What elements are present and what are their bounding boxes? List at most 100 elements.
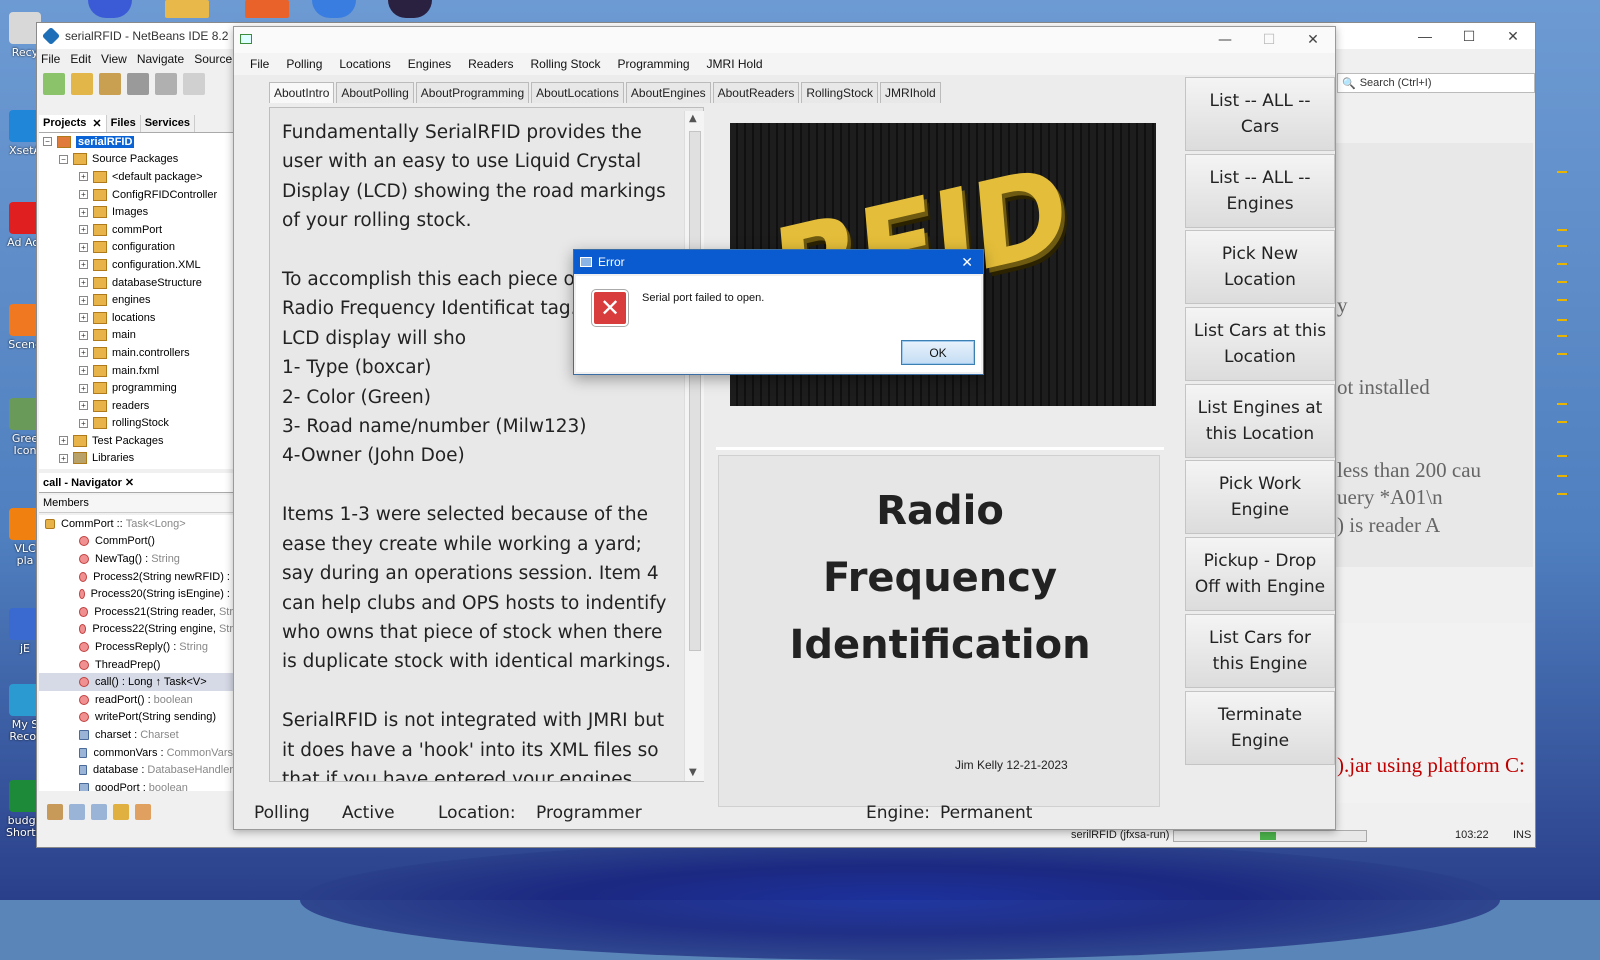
navigator-member[interactable]: ThreadPrep() <box>39 656 233 674</box>
menu-programming[interactable]: Programming <box>618 57 690 71</box>
tab-about-intro[interactable]: AboutIntro <box>269 82 335 103</box>
menu-file[interactable]: File <box>250 57 269 71</box>
tab-about-polling[interactable]: AboutPolling <box>336 82 414 103</box>
folder-icon[interactable] <box>165 0 209 18</box>
navigator-member[interactable]: writePort(String sending) <box>39 709 233 727</box>
filter-inherited-icon[interactable] <box>135 804 151 820</box>
nb-menu-navigate[interactable]: Navigate <box>137 52 184 66</box>
menu-engines[interactable]: Engines <box>408 57 451 71</box>
dialog-close-icon[interactable]: ✕ <box>961 254 973 271</box>
scroll-down-icon[interactable]: ▼ <box>689 767 697 778</box>
scroll-up-icon[interactable]: ▲ <box>689 113 697 124</box>
tree-row-package[interactable]: + configuration <box>39 239 233 257</box>
close-icon[interactable]: ✕ <box>92 117 101 130</box>
navigator-member[interactable]: charset : Charset <box>39 726 233 744</box>
nb-menu-view[interactable]: View <box>101 52 127 66</box>
navigator-member[interactable]: Process22(String engine, Str <box>39 621 233 639</box>
tree-row-package[interactable]: + <default package> <box>39 168 233 186</box>
nb-menu-file[interactable]: File <box>41 52 60 66</box>
tab-about-engines[interactable]: AboutEngines <box>625 82 711 103</box>
pickup-drop-button[interactable]: Pickup - Drop Off with Engine <box>1185 537 1335 612</box>
tree-row-libraries[interactable]: + Libraries <box>39 450 233 468</box>
menu-locations[interactable]: Locations <box>339 57 390 71</box>
filter-fields-icon[interactable] <box>69 804 85 820</box>
scrollbar-thumb[interactable] <box>689 131 701 651</box>
tree-row-package[interactable]: + programming <box>39 379 233 397</box>
maximize-icon[interactable]: ☐ <box>1447 23 1491 49</box>
tree-row-package[interactable]: + databaseStructure <box>39 274 233 292</box>
maximize-icon[interactable]: ☐ <box>1247 27 1291 53</box>
save-all-icon[interactable] <box>127 73 149 95</box>
navigator-title[interactable]: call - Navigator ✕ <box>39 473 233 493</box>
close-icon[interactable]: ✕ <box>125 477 134 489</box>
minimize-icon[interactable]: — <box>1403 23 1447 49</box>
list-all-engines-button[interactable]: List -- ALL -- Engines <box>1185 153 1335 228</box>
terminate-engine-button[interactable]: Terminate Engine <box>1185 690 1335 765</box>
taskbar-app-icon[interactable] <box>88 0 132 18</box>
tree-row-package[interactable]: + rollingStock <box>39 415 233 433</box>
lock-icon[interactable] <box>113 804 129 820</box>
tree-row-source-packages[interactable]: − Source Packages <box>39 151 233 169</box>
tree-row-package[interactable]: + locations <box>39 309 233 327</box>
new-file-icon[interactable] <box>43 73 65 95</box>
list-all-cars-button[interactable]: List -- ALL -- Cars <box>1185 77 1335 151</box>
navigator-member[interactable]: CommPort :: Task<Long> <box>39 515 233 533</box>
tab-jmri-hold[interactable]: JMRIhold <box>880 82 941 103</box>
app-icon[interactable] <box>245 0 289 18</box>
tree-row-package[interactable]: + configuration.XML <box>39 256 233 274</box>
tree-row-package[interactable]: + main.controllers <box>39 344 233 362</box>
copy-icon[interactable] <box>183 73 205 95</box>
navigator-member[interactable]: call() : Long ↑ Task<V> <box>39 673 233 691</box>
filter-static-icon[interactable] <box>91 804 107 820</box>
tab-about-locations[interactable]: AboutLocations <box>531 82 624 103</box>
tree-row-package[interactable]: + engines <box>39 291 233 309</box>
navigator-member[interactable]: goodPort : boolean <box>39 779 233 791</box>
navigator-member[interactable]: Process2(String newRFID) : <box>39 568 233 586</box>
netbeans-search-field[interactable]: 🔍 Search (Ctrl+I) <box>1337 73 1535 93</box>
menu-jmri-hold[interactable]: JMRI Hold <box>707 57 763 71</box>
filter-icon[interactable] <box>47 804 63 820</box>
menu-rolling-stock[interactable]: Rolling Stock <box>530 57 600 71</box>
list-cars-location-button[interactable]: List Cars at this Location <box>1185 307 1335 382</box>
cut-icon[interactable] <box>155 73 177 95</box>
tab-about-readers[interactable]: AboutReaders <box>712 82 800 103</box>
menu-readers[interactable]: Readers <box>468 57 513 71</box>
minimize-icon[interactable]: — <box>1203 27 1247 53</box>
tab-about-programming[interactable]: AboutProgramming <box>415 82 530 103</box>
tree-row-package[interactable]: + Images <box>39 203 233 221</box>
app-icon-dark[interactable] <box>388 0 432 18</box>
navigator-member[interactable]: Process21(String reader, Str <box>39 603 233 621</box>
tree-row-package[interactable]: + main <box>39 327 233 345</box>
nb-menu-source[interactable]: Source <box>194 52 232 66</box>
pick-work-engine-button[interactable]: Pick Work Engine <box>1185 460 1335 535</box>
navigator-member[interactable]: NewTag() : String <box>39 550 233 568</box>
tree-row-test-packages[interactable]: + Test Packages <box>39 432 233 450</box>
tree-row-package[interactable]: + main.fxml <box>39 362 233 380</box>
menu-polling[interactable]: Polling <box>286 57 322 71</box>
navigator-member[interactable]: Process20(String isEngine) : <box>39 585 233 603</box>
open-project-icon[interactable] <box>99 73 121 95</box>
tab-projects[interactable]: Projects ✕ <box>39 115 107 132</box>
nb-menu-edit[interactable]: Edit <box>70 52 91 66</box>
navigator-member[interactable]: database : DatabaseHandler <box>39 761 233 779</box>
tab-rolling-stock[interactable]: RollingStock <box>801 82 879 103</box>
navigator-member[interactable]: ProcessReply() : String <box>39 638 233 656</box>
list-cars-engine-button[interactable]: List Cars for this Engine <box>1185 613 1335 688</box>
browser-icon[interactable] <box>312 0 356 18</box>
netbeans-editor-area[interactable]: y ot installed less than 200 cau uery *A… <box>1333 143 1533 567</box>
tab-files[interactable]: Files <box>107 115 141 132</box>
tree-row-package[interactable]: + commPort <box>39 221 233 239</box>
navigator-member[interactable]: readPort() : boolean <box>39 691 233 709</box>
navigator-member[interactable]: commonVars : CommonVars <box>39 744 233 762</box>
new-project-icon[interactable] <box>71 73 93 95</box>
tree-row-package[interactable]: + readers <box>39 397 233 415</box>
netbeans-output-area[interactable]: ).jar using platform C: <box>1333 623 1533 803</box>
close-icon[interactable]: ✕ <box>1491 23 1535 49</box>
tab-services[interactable]: Services <box>141 115 195 132</box>
tree-row-project[interactable]: − serialRFID <box>39 133 233 151</box>
text-scrollbar[interactable]: ▲ ▼ <box>684 111 704 781</box>
close-icon[interactable]: ✕ <box>1291 27 1335 53</box>
ok-button[interactable]: OK <box>901 340 975 365</box>
navigator-member[interactable]: CommPort() <box>39 533 233 551</box>
tree-row-package[interactable]: + ConfigRFIDController <box>39 186 233 204</box>
